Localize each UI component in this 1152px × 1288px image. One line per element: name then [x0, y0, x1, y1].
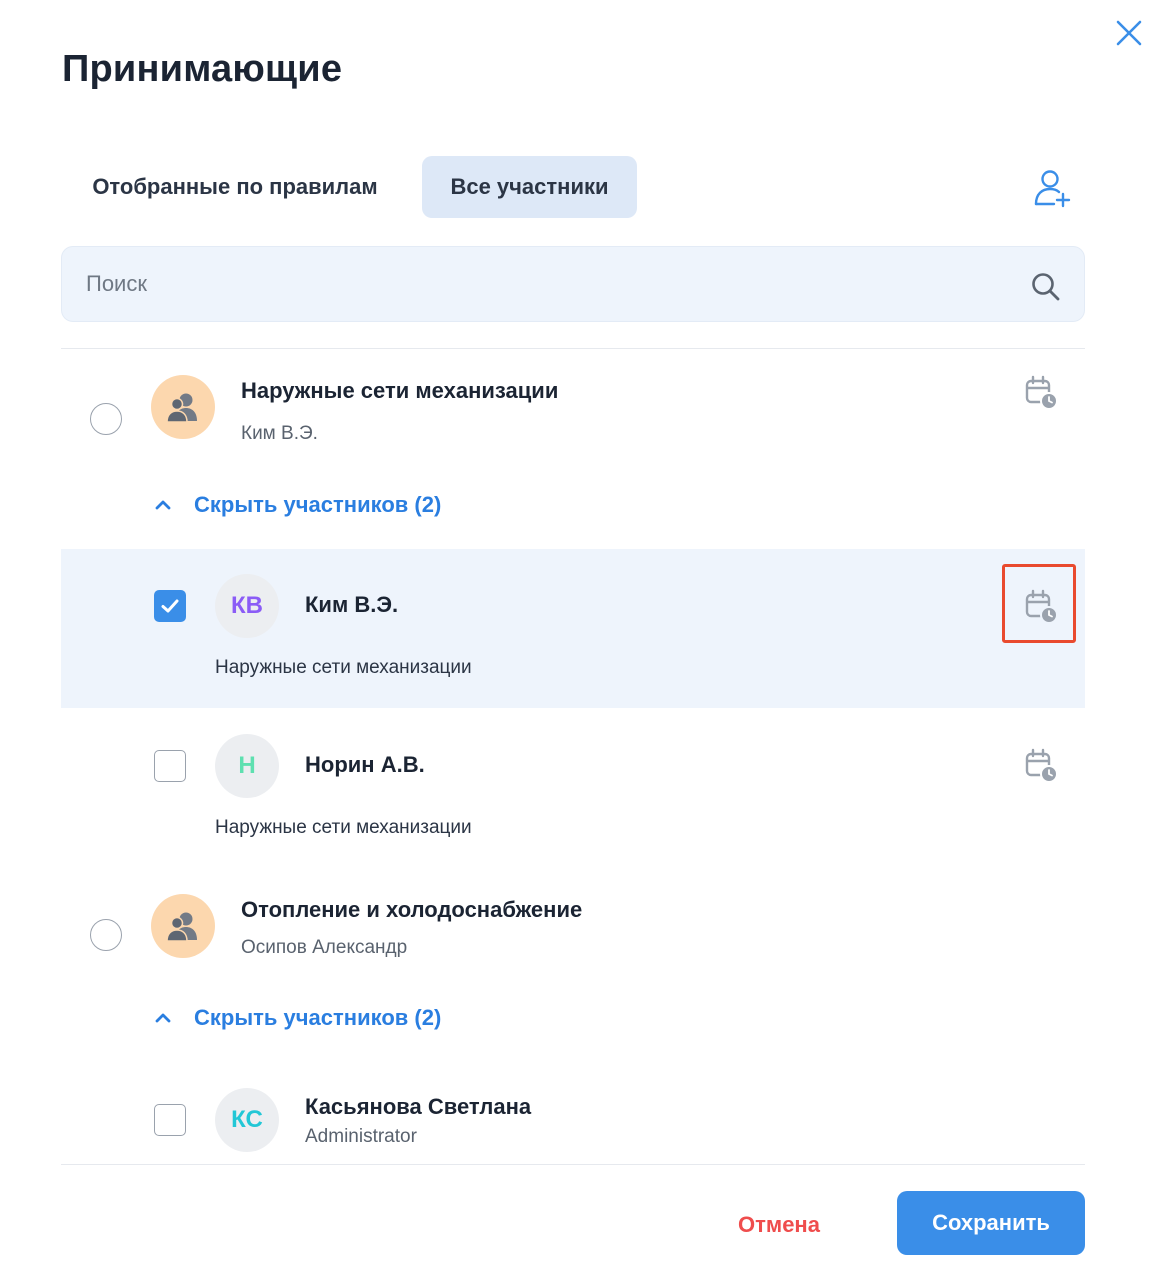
- dialog-title: Принимающие: [62, 48, 343, 90]
- group-avatar: [151, 894, 215, 958]
- cancel-button[interactable]: Отмена: [722, 1196, 836, 1254]
- member-name: Касьянова Светлана: [305, 1094, 532, 1119]
- group-lead: Осипов Александр: [241, 937, 408, 958]
- hide-members-toggle[interactable]: Скрыть участников (2): [152, 1005, 441, 1031]
- hide-members-label: Скрыть участников (2): [194, 1005, 442, 1030]
- search-box: [61, 246, 1085, 322]
- hide-members-label: Скрыть участников (2): [194, 492, 442, 517]
- member-checkbox[interactable]: [154, 590, 186, 622]
- divider: [61, 348, 1085, 349]
- member-checkbox[interactable]: [154, 750, 186, 782]
- search-icon[interactable]: [1030, 271, 1062, 303]
- group-avatar: [151, 375, 215, 439]
- member-row-selected: [61, 549, 1085, 708]
- tab-all-participants[interactable]: Все участники: [422, 156, 637, 218]
- close-icon[interactable]: [1110, 14, 1148, 52]
- save-button[interactable]: Сохранить: [897, 1191, 1085, 1255]
- group-icon: [166, 912, 197, 942]
- calendar-clock-icon[interactable]: [1023, 748, 1059, 784]
- chevron-up-icon: [155, 500, 171, 510]
- checkmark-icon: [161, 599, 179, 613]
- group-radio[interactable]: [90, 919, 122, 951]
- group-name: Наружные сети механизации: [241, 378, 559, 403]
- group-icon: [166, 393, 197, 423]
- divider: [61, 1164, 1085, 1165]
- group-radio[interactable]: [90, 403, 122, 435]
- member-checkbox[interactable]: [154, 1104, 186, 1136]
- group-name: Отопление и холодоснабжение: [241, 897, 583, 922]
- calendar-clock-icon[interactable]: [1023, 589, 1059, 625]
- member-name: Норин А.В.: [305, 752, 425, 777]
- chevron-up-icon: [155, 1013, 171, 1023]
- member-name: Ким В.Э.: [305, 592, 399, 617]
- group-lead: Ким В.Э.: [241, 423, 318, 444]
- avatar: КВ: [215, 574, 279, 638]
- member-group: Наружные сети механизации: [215, 817, 472, 838]
- avatar: КС: [215, 1088, 279, 1152]
- tab-rules[interactable]: Отобранные по правилам: [62, 156, 408, 218]
- calendar-clock-icon[interactable]: [1023, 375, 1059, 411]
- hide-members-toggle[interactable]: Скрыть участников (2): [152, 492, 441, 518]
- avatar: Н: [215, 734, 279, 798]
- add-user-icon[interactable]: [1030, 168, 1074, 208]
- search-input[interactable]: [86, 247, 1006, 321]
- member-group: Наружные сети механизации: [215, 657, 472, 678]
- member-role: Administrator: [305, 1126, 417, 1147]
